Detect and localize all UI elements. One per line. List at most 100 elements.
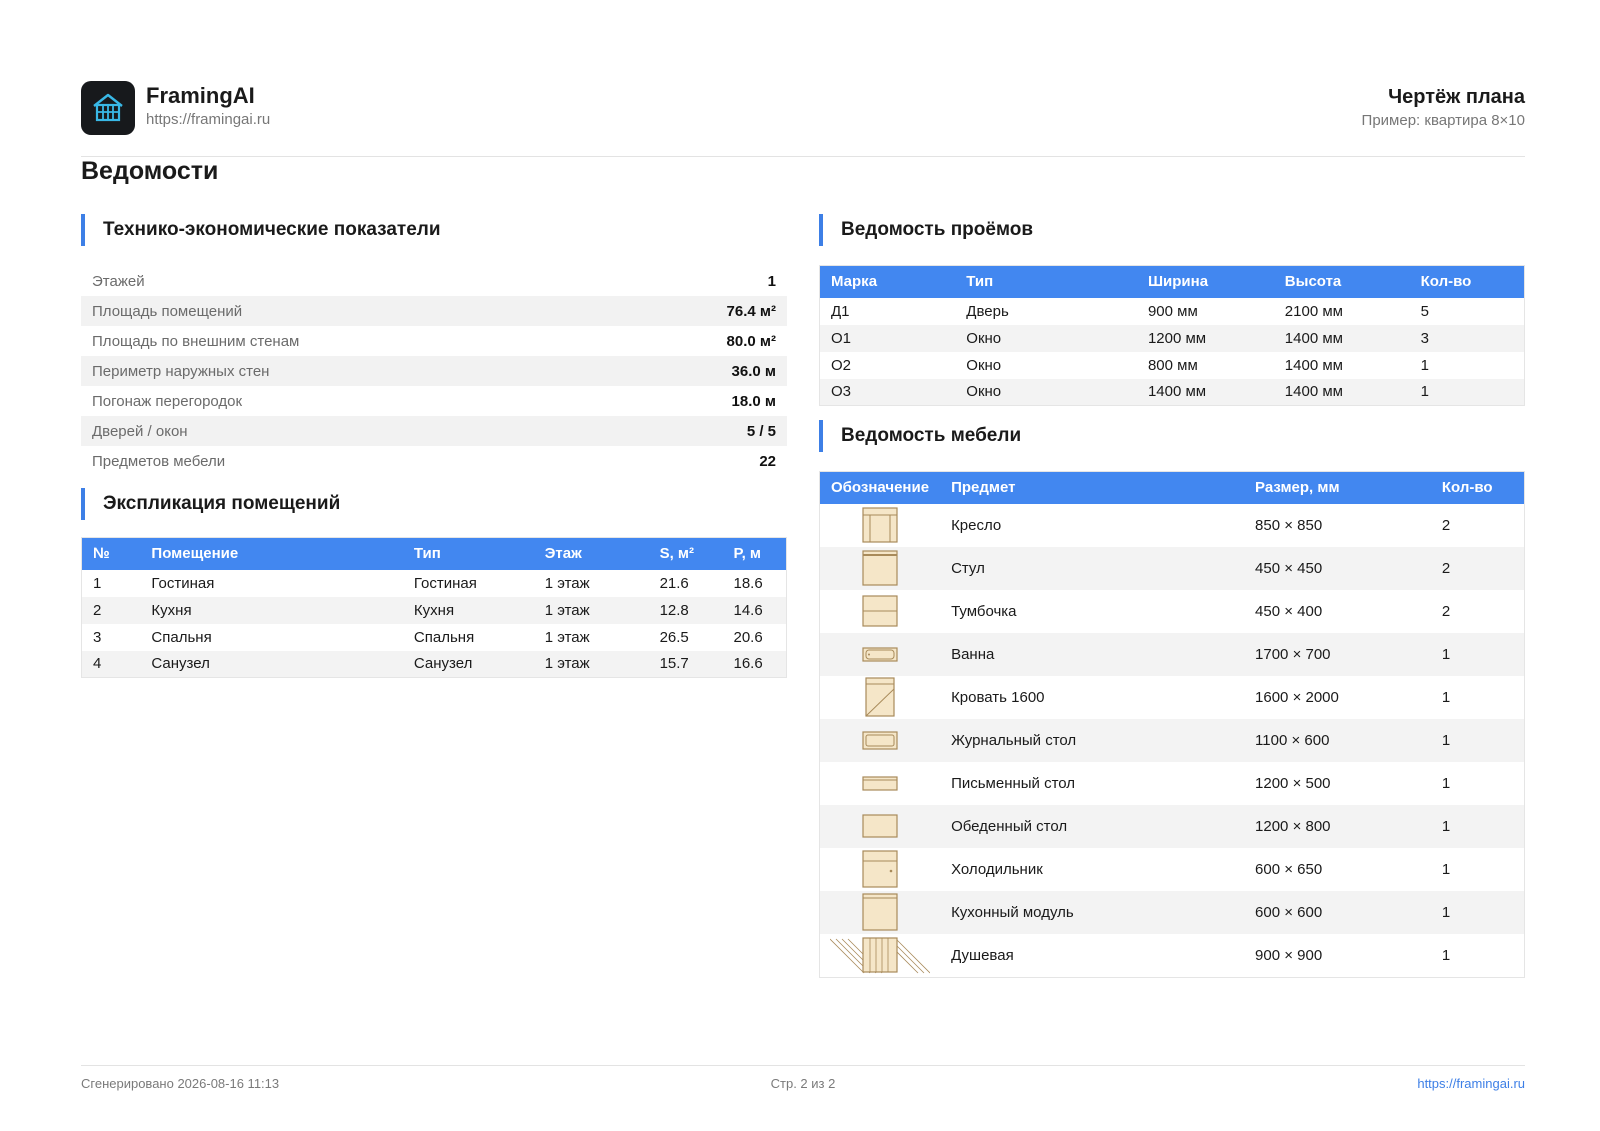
furniture-size: 600 × 650 <box>1255 860 1323 878</box>
table-cell: 800 мм <box>1147 356 1198 374</box>
kpi-label: Площадь помещений <box>92 302 243 320</box>
table-cell: 1 этаж <box>544 628 590 646</box>
table-row: Ванна 1700 × 700 1 <box>819 632 1525 676</box>
column-header: Помещение <box>140 537 403 570</box>
column-header: Обозначение <box>819 471 941 504</box>
furniture-name: Кухонный модуль <box>940 890 1245 934</box>
furniture-symbol-cell <box>819 718 941 762</box>
table-row: Холодильник 600 × 650 1 <box>820 848 1525 891</box>
column-header: Кол-во <box>1430 471 1525 504</box>
furniture-name: Тумбочка <box>951 602 1017 620</box>
table-cell: Д1 <box>831 302 850 320</box>
kpi-row: Площадь по внешним стенам 80.0 м² <box>81 326 787 356</box>
furniture-symbol-cell <box>820 934 941 978</box>
kpi-value: 18.0 м <box>731 392 776 410</box>
furniture-size: 450 × 400 <box>1255 602 1323 620</box>
kpi-value: 22 <box>759 452 776 470</box>
table-cell: 16.6 <box>722 650 787 678</box>
column-header: Высота <box>1273 265 1410 298</box>
table-cell: 20.6 <box>733 628 763 646</box>
table-cell: 1400 мм <box>1273 324 1410 352</box>
kpi-section-title: Технико-экономические показатели <box>81 214 441 246</box>
chair-icon <box>820 547 940 590</box>
furniture-name: Кровать 1600 <box>951 688 1045 706</box>
kpi-label: Площадь по внешним стенам <box>92 332 300 350</box>
nightstand-icon <box>820 590 940 633</box>
furniture-symbol-cell <box>820 848 941 891</box>
furniture-name: Кресло <box>951 516 1002 534</box>
table-cell: 1400 мм <box>1273 378 1410 406</box>
table-cell: Кухня <box>402 596 534 624</box>
furniture-name: Ванна <box>940 632 1245 676</box>
furniture-symbol-cell <box>819 546 941 590</box>
openings-table: Марка Тип Ширина Высота Кол-во Д1 Дверь 900 мм… <box>819 265 1525 406</box>
dining-table-icon <box>820 805 940 848</box>
furniture-qty: 1 <box>1430 718 1525 762</box>
column-header: P, м <box>722 537 787 570</box>
table-row: Д1 Дверь 900 мм 2100 мм 5 <box>820 298 1525 325</box>
furniture-size: 900 × 900 <box>1255 946 1323 964</box>
table-row: Журнальный стол 1100 × 600 1 <box>819 718 1525 762</box>
table-cell: Спальня <box>413 628 475 646</box>
fridge-icon <box>820 848 940 891</box>
table-cell: Гостиная <box>413 574 477 592</box>
furniture-symbol-cell <box>819 890 941 934</box>
table-row: 1 Гостиная Гостиная 1 этаж 21.6 18.6 <box>82 570 787 597</box>
furniture-size: 600 × 600 <box>1244 890 1431 934</box>
table-cell: Окно <box>955 324 1137 352</box>
table-row: Стул 450 × 450 2 <box>819 546 1525 590</box>
furniture-name: Стул <box>940 546 1245 590</box>
table-cell: 18.6 <box>733 574 763 592</box>
table-cell: О2 <box>831 356 852 374</box>
table-cell: 3 <box>93 628 102 646</box>
kpi-label: Этажей <box>92 272 145 290</box>
page-header: FramingAI https://framingai.ru Чертёж пл… <box>81 81 1525 157</box>
kpi-label: Периметр наружных стен <box>92 362 270 380</box>
furniture-size: 1200 × 800 <box>1244 804 1431 848</box>
furniture-table: Обозначение Предмет Размер, мм Кол-во Кресл… <box>819 471 1525 978</box>
furniture-name: Холодильник <box>951 860 1043 878</box>
kpi-label: Предметов мебели <box>92 452 226 470</box>
brand-url[interactable]: https://framingai.ru <box>146 110 270 130</box>
openings-section-title: Ведомость проёмов <box>819 214 1033 246</box>
table-cell: 21.6 <box>659 574 689 592</box>
document-subtitle: Пример: квартира 8×10 <box>1361 112 1525 129</box>
table-cell: Гостиная <box>151 574 215 592</box>
table-cell: 1 этаж <box>544 574 590 592</box>
furniture-symbol-cell <box>819 804 941 848</box>
bed-icon <box>820 676 940 719</box>
table-cell: 1 этаж <box>533 596 649 624</box>
furniture-size: 450 × 450 <box>1244 546 1431 590</box>
table-cell: 12.8 <box>648 596 723 624</box>
table-cell: Окно <box>955 378 1137 406</box>
furniture-name: Душевая <box>951 946 1014 964</box>
furniture-qty: 2 <box>1441 602 1451 620</box>
furniture-name: Журнальный стол <box>940 718 1245 762</box>
column-header: Размер, мм <box>1244 471 1431 504</box>
furniture-qty: 1 <box>1430 890 1525 934</box>
table-cell: 1 <box>93 574 102 592</box>
furniture-qty: 1 <box>1441 688 1451 706</box>
bathtub-icon <box>820 633 940 676</box>
framingai-logo-icon <box>81 81 135 135</box>
rooms-table: № Помещение Тип Этаж S, м² P, м 1 Гостиная Гост… <box>81 537 787 678</box>
footer-link[interactable]: https://framingai.ru <box>1417 1076 1525 1091</box>
table-row: 3 Спальня Спальня 1 этаж 26.5 20.6 <box>82 624 787 651</box>
page-footer: Сгенерировано 2026-08-16 11:13 Стр. 2 из… <box>81 1065 1525 1095</box>
kpi-list: Этажей 1 Площадь помещений 76.4 м² Площадь п… <box>81 266 787 476</box>
furniture-symbol-cell <box>820 504 941 547</box>
table-cell: 1400 мм <box>1284 356 1343 374</box>
kpi-value: 1 <box>767 272 776 290</box>
column-header: Марка <box>819 265 956 298</box>
desk-icon <box>820 762 940 805</box>
table-row: Душевая 900 × 900 1 <box>820 934 1525 978</box>
kpi-value: 80.0 м² <box>726 332 776 350</box>
table-cell: Санузел <box>402 650 534 678</box>
brand-name: FramingAI <box>146 83 255 108</box>
table-row: О1 Окно 1200 мм 1400 мм 3 <box>819 324 1525 352</box>
kpi-value: 36.0 м <box>731 362 776 380</box>
furniture-qty: 1 <box>1441 946 1451 964</box>
column-header: Предмет <box>940 471 1245 504</box>
furniture-symbol-cell <box>820 676 941 719</box>
table-cell: 5 <box>1420 302 1429 320</box>
